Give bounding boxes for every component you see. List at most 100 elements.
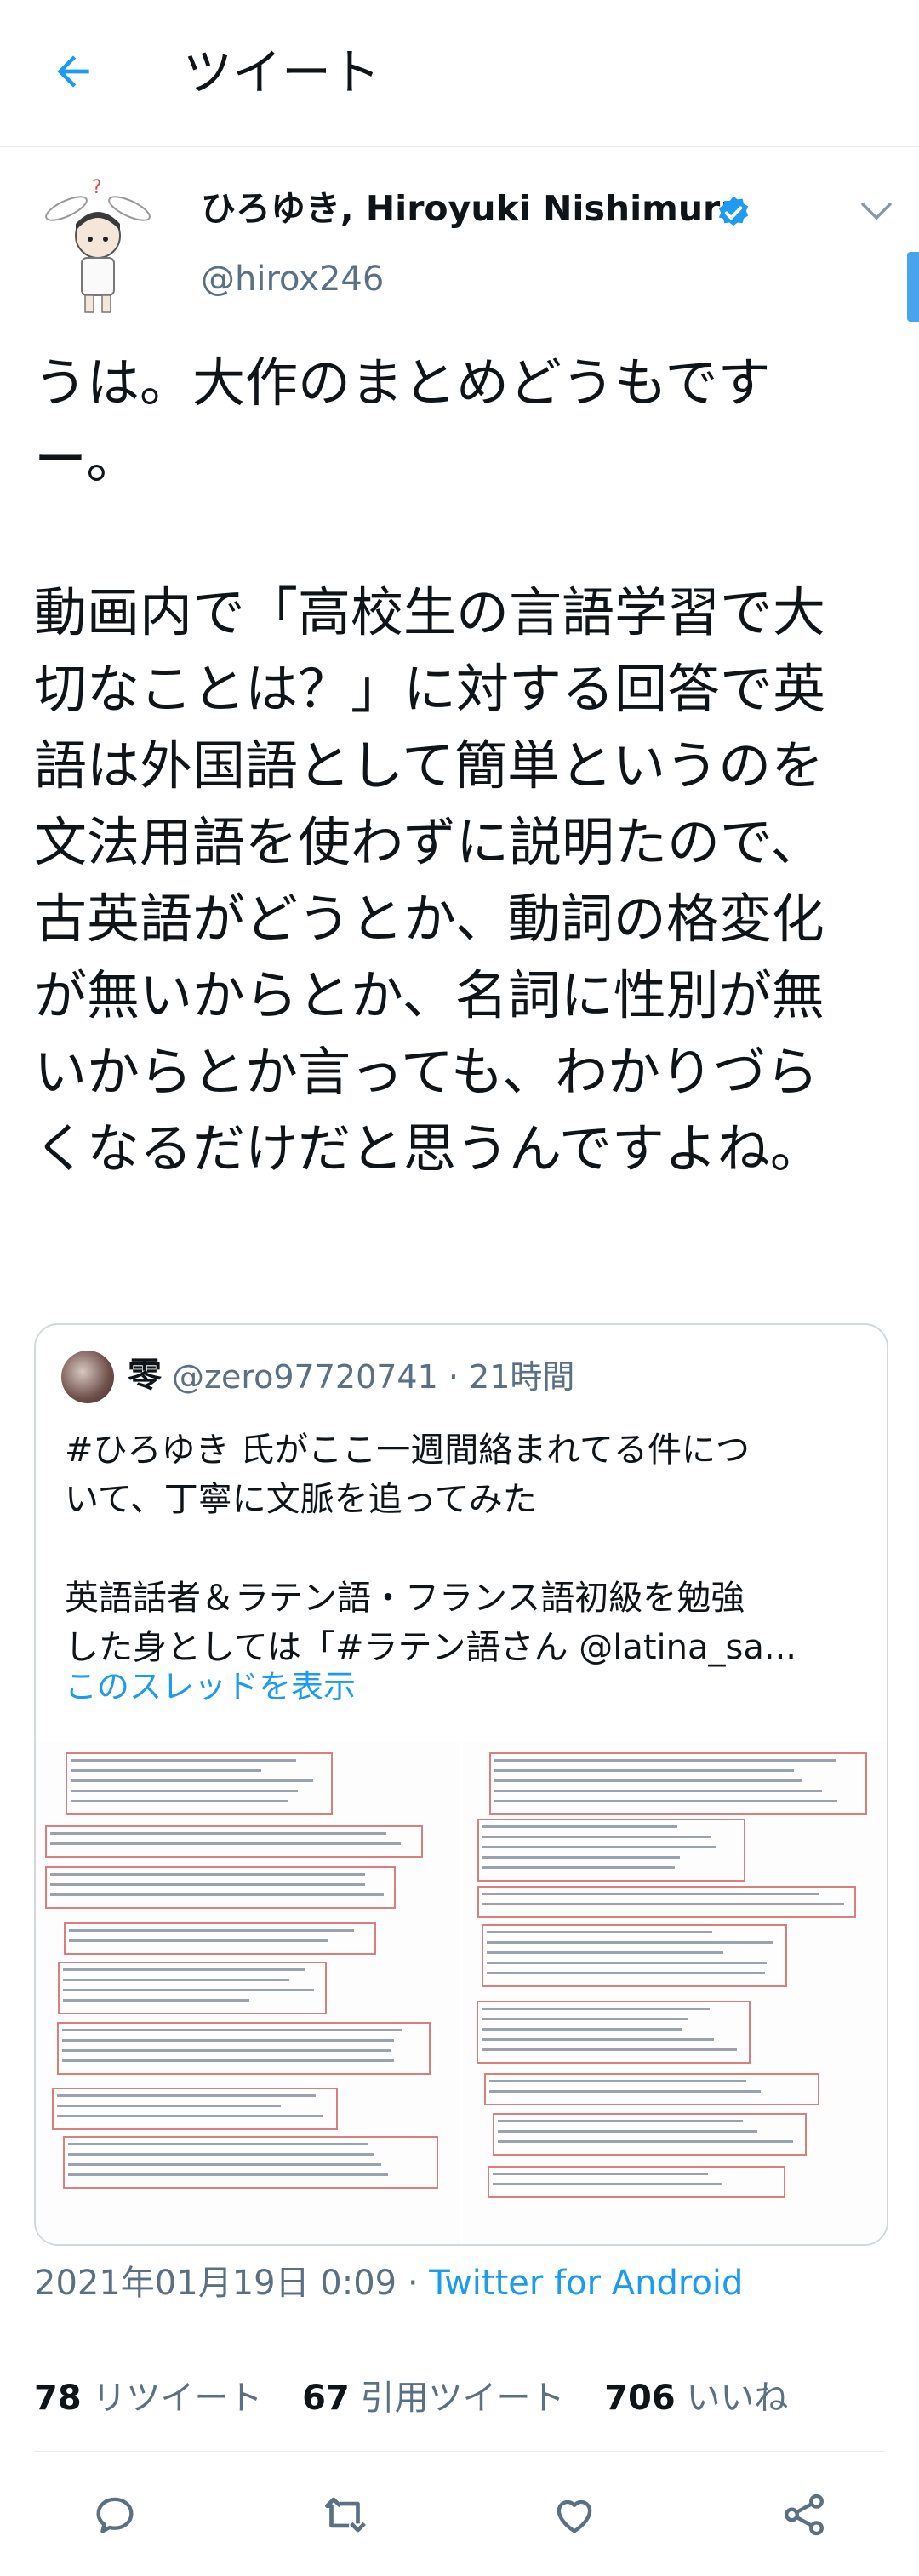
doc-text-block: [477, 1886, 856, 1918]
doc-text-line: [494, 1779, 802, 1782]
doc-text-line: [489, 2080, 746, 2082]
doc-text-line: [487, 1951, 723, 1954]
tweet-line: 古英語がどうとか、動詞の格変化: [34, 888, 825, 950]
quotes-stat[interactable]: 67 引用ツイート: [302, 2374, 564, 2422]
show-thread-link[interactable]: このスレッドを表示: [65, 1665, 356, 1708]
doc-text-line: [482, 2028, 682, 2031]
quoted-author-handle: @zero97720741 · 21時間: [172, 1358, 575, 1396]
retweet-icon: [325, 2497, 366, 2533]
doc-text-line: [68, 2173, 388, 2176]
doc-text-line: [482, 1856, 680, 1859]
likes-stat[interactable]: 706 いいね: [604, 2374, 788, 2422]
tweet-line: が無いからとか、名詞に性別が無: [34, 964, 825, 1026]
doc-text-line: [493, 2183, 722, 2185]
quoted-tweet-card[interactable]: 零 @zero97720741 · 21時間 #ひろゆき 氏がここ一週間絡まれて…: [34, 1323, 888, 2246]
tweet-timestamp: 2021年01月19日 0:09 · Twitter for Android: [34, 2259, 743, 2307]
doc-text-line: [494, 1800, 837, 1802]
tweet-line: 文法用語を使わずに説明たので、: [34, 811, 824, 873]
tweet-line: 動画内で「高校生の言語学習で大: [34, 581, 826, 643]
doc-text-block: [482, 1924, 787, 1987]
tweet-line: 切なことは？」に対する回答で英: [34, 658, 826, 720]
doc-text-line: [50, 1893, 384, 1896]
doc-text-line: [482, 1836, 711, 1838]
doc-text-block: [489, 1752, 867, 1815]
engagement-stats: 78 リツイート 67 引用ツイート 706 いいね: [34, 2374, 817, 2422]
doc-text-line: [494, 1759, 836, 1762]
doc-text-line: [50, 1873, 365, 1876]
doc-text-line: [71, 1800, 288, 1802]
doc-text-line: [69, 1939, 328, 1942]
doc-text-line: [494, 1790, 822, 1792]
doc-text-line: [63, 1979, 289, 1981]
doc-text-line: [487, 1941, 773, 1944]
author-name[interactable]: ひろゆき, Hiroyuki Nishimura: [201, 187, 744, 230]
back-button[interactable]: [43, 41, 104, 102]
doc-text-line: [482, 1825, 677, 1828]
verified-badge-icon: [715, 194, 752, 231]
quoted-avatar[interactable]: [61, 1351, 114, 1403]
datetime: 2021年01月19日 0:09 ·: [34, 2264, 430, 2303]
doc-text-block: [488, 2166, 785, 2198]
retweets-label: リツイート: [92, 2379, 263, 2418]
doc-text-block: [477, 1819, 745, 1882]
scrollbar[interactable]: [907, 252, 919, 322]
retweet-button[interactable]: [315, 2485, 374, 2545]
reply-button[interactable]: [85, 2485, 145, 2545]
doc-text-line: [487, 1962, 767, 1964]
svg-text:?: ?: [92, 177, 102, 198]
share-button[interactable]: [774, 2485, 834, 2545]
doc-text-line: [487, 1972, 765, 1974]
avatar[interactable]: ?: [34, 174, 162, 319]
doc-text-block: [484, 2073, 819, 2105]
back-arrow-icon: [57, 55, 89, 88]
doc-text-line: [498, 2120, 743, 2122]
doc-text-line: [71, 1759, 296, 1762]
doc-text-line: [498, 2140, 793, 2143]
page-title: ツイート: [183, 43, 381, 101]
doc-text-line: [50, 1832, 386, 1835]
source-link[interactable]: Twitter for Android: [429, 2264, 743, 2303]
retweets-stat[interactable]: 78 リツイート: [34, 2374, 262, 2422]
quoted-images[interactable]: [36, 1742, 887, 2244]
quoted-image-right[interactable]: [463, 1742, 887, 2244]
tweet-line: うは。大作のまとめどうもです: [34, 351, 771, 414]
tweet-line: ー。: [34, 428, 140, 490]
author-handle[interactable]: @hirox246: [201, 258, 384, 300]
doc-text-line: [71, 1769, 261, 1772]
quoted-line: いて、丁寧に文脈を追ってみた: [65, 1480, 537, 1519]
doc-text-line: [62, 2049, 391, 2052]
doc-text-line: [63, 1968, 305, 1971]
doc-text-line: [62, 2029, 402, 2031]
doc-text-line: [68, 2153, 374, 2156]
doc-text-line: [487, 1931, 712, 1933]
doc-text-block: [477, 2001, 751, 2064]
doc-text-line: [482, 1893, 819, 1895]
doc-text-line: [71, 1790, 298, 1792]
tweet-line: 語は外国語として簡単というのを: [34, 734, 825, 797]
doc-text-line: [482, 1866, 675, 1869]
doc-text-line: [63, 1989, 314, 1991]
doc-text-line: [69, 1929, 354, 1932]
quoted-image-left[interactable]: [36, 1742, 460, 2244]
likes-count: 706: [604, 2379, 676, 2418]
quoted-line: 英語話者＆ラテン語・フランス語初級を勉強: [65, 1579, 745, 1618]
doc-text-line: [57, 2094, 316, 2097]
doc-text-block: [45, 1825, 423, 1858]
doc-text-line: [482, 2038, 714, 2041]
doc-text-line: [494, 1769, 794, 1772]
more-options-button[interactable]: [858, 197, 895, 226]
doc-text-line: [489, 2090, 761, 2093]
quotes-label: 引用ツイート: [360, 2379, 565, 2418]
doc-text-line: [71, 1779, 313, 1782]
quoted-line: #ひろゆき 氏がここ一週間絡まれてる件につ: [65, 1431, 751, 1470]
like-icon: [557, 2499, 592, 2533]
like-button[interactable]: [545, 2485, 604, 2545]
doc-text-line: [482, 2018, 688, 2020]
doc-text-line: [482, 2008, 710, 2010]
share-icon: [785, 2493, 824, 2536]
top-bar: [0, 0, 919, 147]
doc-text-line: [62, 2059, 394, 2062]
quotes-count: 67: [302, 2379, 350, 2418]
reply-icon: [96, 2497, 134, 2533]
doc-text-line: [63, 1999, 249, 2002]
